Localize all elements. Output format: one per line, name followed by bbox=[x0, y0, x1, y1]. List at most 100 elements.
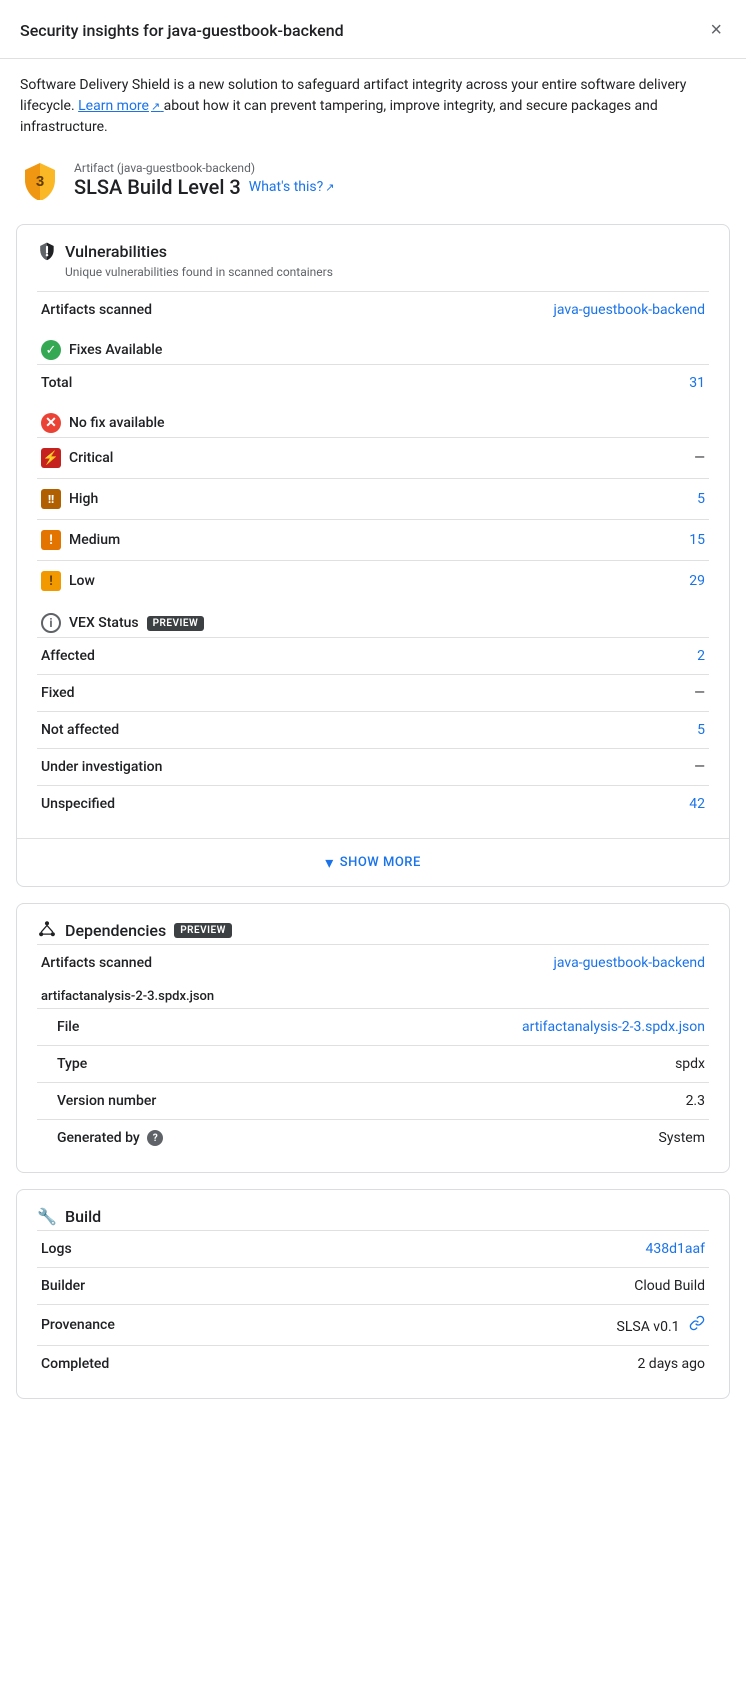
high-row: ‼ High 5 bbox=[37, 479, 709, 520]
no-fix-header: ✕ No fix available bbox=[37, 401, 709, 437]
artifact-label: Artifact (java-guestbook-backend) bbox=[74, 161, 334, 175]
artifacts-scanned-link[interactable]: java-guestbook-backend bbox=[554, 302, 705, 318]
total-label: Total bbox=[37, 365, 440, 402]
vulnerability-shield-icon bbox=[37, 241, 57, 261]
close-button[interactable]: × bbox=[706, 16, 726, 44]
unspecified-row: Unspecified 42 bbox=[37, 786, 709, 823]
fixed-value: — bbox=[440, 675, 709, 712]
learn-more-link[interactable]: Learn more↗ bbox=[78, 98, 164, 114]
affected-value-link[interactable]: 2 bbox=[697, 648, 705, 664]
external-link-icon: ↗ bbox=[151, 100, 160, 113]
completed-row: Completed 2 days ago bbox=[37, 1346, 709, 1383]
fixes-check-icon: ✓ bbox=[41, 340, 61, 360]
high-cell: ‼ High bbox=[37, 479, 354, 519]
build-title: Build bbox=[65, 1207, 101, 1226]
completed-label: Completed bbox=[37, 1346, 440, 1383]
unspecified-value-link[interactable]: 42 bbox=[689, 796, 705, 812]
type-row: Type spdx bbox=[37, 1046, 709, 1083]
whats-this-link[interactable]: What's this?↗ bbox=[249, 179, 335, 195]
slsa-text-block: Artifact (java-guestbook-backend) SLSA B… bbox=[74, 161, 334, 199]
vex-status-header: i VEX Status PREVIEW bbox=[37, 601, 709, 637]
build-section: 🔧 Build Logs 438d1aaf Builder Cloud Buil… bbox=[17, 1190, 729, 1398]
no-fix-icon: ✕ bbox=[41, 413, 61, 433]
vulnerabilities-header: Vulnerabilities bbox=[37, 241, 709, 261]
critical-value: — bbox=[565, 438, 709, 479]
high-icon: ‼ bbox=[41, 489, 61, 509]
file-row: File artifactanalysis-2-3.spdx.json bbox=[37, 1009, 709, 1046]
slsa-badge-icon: 3 bbox=[20, 160, 60, 200]
vex-status-table: Affected 2 Fixed — Not affected 5 Under … bbox=[37, 637, 709, 822]
logs-row: Logs 438d1aaf bbox=[37, 1231, 709, 1268]
vulnerabilities-subtitle: Unique vulnerabilities found in scanned … bbox=[37, 265, 709, 279]
generated-by-cell: Generated by ? bbox=[37, 1120, 440, 1157]
header: Security insights for java-guestbook-bac… bbox=[0, 0, 746, 59]
version-label: Version number bbox=[37, 1083, 440, 1120]
affected-label: Affected bbox=[37, 638, 440, 675]
version-row: Version number 2.3 bbox=[37, 1083, 709, 1120]
generated-by-help-icon[interactable]: ? bbox=[147, 1130, 163, 1146]
provenance-label: Provenance bbox=[37, 1305, 440, 1346]
dependencies-preview-badge: PREVIEW bbox=[174, 923, 232, 938]
svg-text:3: 3 bbox=[36, 173, 44, 190]
medium-value-link[interactable]: 15 bbox=[689, 532, 705, 548]
build-table: Logs 438d1aaf Builder Cloud Build Proven… bbox=[37, 1230, 709, 1382]
completed-value: 2 days ago bbox=[440, 1346, 709, 1383]
medium-icon: ! bbox=[41, 530, 61, 550]
low-value-link[interactable]: 29 bbox=[689, 573, 705, 589]
medium-row: ! Medium 15 bbox=[37, 520, 709, 561]
builder-row: Builder Cloud Build bbox=[37, 1268, 709, 1305]
vulnerabilities-card: Vulnerabilities Unique vulnerabilities f… bbox=[16, 224, 730, 887]
artifacts-scanned-table: Artifacts scanned java-guestbook-backend bbox=[37, 291, 709, 328]
vex-info-icon: i bbox=[41, 613, 61, 633]
deps-artifacts-label: Artifacts scanned bbox=[37, 945, 440, 982]
intro-section: Software Delivery Shield is a new soluti… bbox=[0, 59, 746, 150]
logs-value-link[interactable]: 438d1aaf bbox=[646, 1241, 705, 1257]
deps-artifacts-table: Artifacts scanned java-guestbook-backend bbox=[37, 944, 709, 981]
builder-value: Cloud Build bbox=[440, 1268, 709, 1305]
vex-status-title: VEX Status bbox=[69, 615, 139, 631]
slsa-level: SLSA Build Level 3 What's this?↗ bbox=[74, 175, 334, 199]
not-affected-value-link[interactable]: 5 bbox=[697, 722, 705, 738]
generated-by-value: System bbox=[440, 1120, 709, 1157]
deps-artifacts-link[interactable]: java-guestbook-backend bbox=[554, 955, 705, 971]
fixes-available-header: ✓ Fixes Available bbox=[37, 328, 709, 364]
logs-label: Logs bbox=[37, 1231, 440, 1268]
under-investigation-label: Under investigation bbox=[37, 749, 440, 786]
under-investigation-row: Under investigation — bbox=[37, 749, 709, 786]
artifact-detail-table: File artifactanalysis-2-3.spdx.json Type… bbox=[37, 1008, 709, 1156]
low-row: ! Low 29 bbox=[37, 561, 709, 602]
vex-preview-badge: PREVIEW bbox=[147, 616, 205, 631]
file-value-link[interactable]: artifactanalysis-2-3.spdx.json bbox=[522, 1019, 705, 1035]
build-card: 🔧 Build Logs 438d1aaf Builder Cloud Buil… bbox=[16, 1189, 730, 1399]
low-cell: ! Low bbox=[37, 561, 354, 601]
critical-icon: ⚡ bbox=[41, 448, 61, 468]
external-link-icon2: ↗ bbox=[325, 181, 334, 194]
total-value-link[interactable]: 31 bbox=[689, 375, 705, 391]
fixed-row: Fixed — bbox=[37, 675, 709, 712]
build-header: 🔧 Build bbox=[37, 1206, 709, 1226]
fixes-available-title: Fixes Available bbox=[69, 342, 162, 358]
affected-row: Affected 2 bbox=[37, 638, 709, 675]
build-wrench-icon: 🔧 bbox=[37, 1206, 57, 1226]
type-value: spdx bbox=[440, 1046, 709, 1083]
slsa-section: 3 Artifact (java-guestbook-backend) SLSA… bbox=[0, 150, 746, 216]
critical-cell: ⚡ Critical bbox=[37, 438, 354, 478]
critical-row: ⚡ Critical — bbox=[37, 438, 709, 479]
artifacts-scanned-row: Artifacts scanned java-guestbook-backend bbox=[37, 292, 709, 329]
not-affected-label: Not affected bbox=[37, 712, 440, 749]
provenance-row: Provenance SLSA v0.1 bbox=[37, 1305, 709, 1346]
under-investigation-value: — bbox=[440, 749, 709, 786]
chain-link-icon[interactable] bbox=[689, 1315, 705, 1331]
chevron-down-icon: ▾ bbox=[325, 853, 334, 872]
deps-artifacts-row: Artifacts scanned java-guestbook-backend bbox=[37, 945, 709, 982]
file-label: File bbox=[37, 1009, 440, 1046]
header-title: Security insights for java-guestbook-bac… bbox=[20, 21, 344, 40]
high-value-link[interactable]: 5 bbox=[697, 491, 705, 507]
vulnerabilities-section: Vulnerabilities Unique vulnerabilities f… bbox=[17, 225, 729, 838]
not-affected-row: Not affected 5 bbox=[37, 712, 709, 749]
dependencies-section: Dependencies PREVIEW Artifacts scanned j… bbox=[17, 904, 729, 1172]
total-row: Total 31 bbox=[37, 365, 709, 402]
fixes-available-table: Total 31 bbox=[37, 364, 709, 401]
show-more-button[interactable]: ▾ SHOW MORE bbox=[17, 838, 729, 886]
dependencies-title: Dependencies bbox=[65, 921, 166, 940]
